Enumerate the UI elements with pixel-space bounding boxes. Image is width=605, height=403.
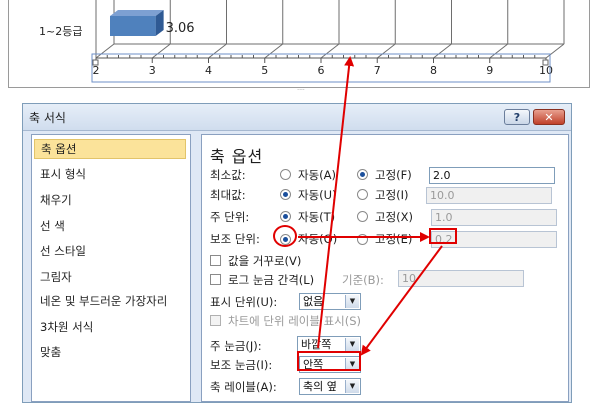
x-tick-label: 2 — [93, 64, 100, 77]
axis-selection-handle — [92, 59, 99, 66]
maximum-fixed-label: 고정(I) — [375, 188, 409, 202]
category-label: 1~2등급 — [39, 25, 82, 38]
gridline-diagonal — [376, 43, 396, 59]
minimum-fixed-radio[interactable] — [357, 169, 368, 180]
show-units-label: 차트에 단위 레이블 표시(S) — [228, 314, 362, 328]
x-tick-label: 7 — [374, 64, 381, 77]
axis-labels-value: 축의 옆 — [303, 380, 337, 393]
gridline-diagonal — [95, 43, 115, 59]
x-tick-label: 5 — [261, 64, 268, 77]
maximum-auto-radio[interactable] — [280, 189, 291, 200]
minor-tick-value: 안쪽 — [303, 358, 324, 371]
major-tick-label: 주 눈금(J): — [210, 339, 262, 353]
log-scale-checkbox[interactable] — [210, 274, 221, 285]
minimum-fixed-label: 고정(F) — [375, 168, 412, 182]
resize-handle[interactable]: ···· — [294, 88, 308, 94]
minor-unit-fixed-radio[interactable] — [357, 234, 368, 245]
x-tick-label: 4 — [205, 64, 212, 77]
reverse-order-label: 값을 거꾸로(V) — [228, 254, 302, 268]
log-base-input[interactable]: 10 — [398, 270, 524, 287]
sidebar-item-3d-format[interactable]: 3차원 서식 — [40, 319, 180, 335]
format-axis-dialog: 축 서식 ? ✕ 축 옵션 표시 형식 채우기 선 색 선 스타일 그림자 네온… — [22, 103, 572, 403]
minimum-value-input[interactable]: 2.0 — [429, 167, 555, 184]
minor-unit-auto-radio[interactable] — [280, 234, 291, 245]
bar-top-face — [110, 10, 164, 16]
minor-tick-label: 보조 눈금(I): — [210, 358, 273, 372]
chevron-down-icon: ▼ — [345, 358, 359, 371]
bar-data-label: 3.06 — [166, 21, 195, 36]
gridline-diagonal — [489, 43, 509, 59]
dialog-title: 축 서식 — [29, 111, 66, 125]
display-units-value: 없음 — [303, 295, 324, 308]
x-tick-label: 9 — [486, 64, 493, 77]
maximum-fixed-radio[interactable] — [357, 189, 368, 200]
minor-unit-value-input[interactable]: 0.2 — [431, 231, 557, 248]
chart-bars — [110, 10, 164, 36]
maximum-auto-label: 자동(U) — [298, 188, 337, 202]
display-units-dropdown[interactable]: 없음 ▼ — [299, 293, 361, 310]
minimum-auto-label: 자동(A) — [298, 168, 336, 182]
sidebar-item-fill[interactable]: 채우기 — [40, 192, 180, 208]
major-tick-dropdown[interactable]: 바깥쪽 ▼ — [297, 336, 361, 353]
show-units-checkbox[interactable] — [210, 315, 221, 326]
gridline-diagonal — [208, 43, 227, 59]
sidebar-item-shadow[interactable]: 그림자 — [40, 269, 180, 285]
log-scale-label: 로그 눈금 간격(L) — [228, 273, 315, 287]
maximum-value-input[interactable]: 10.0 — [426, 187, 552, 204]
help-button[interactable]: ? — [504, 109, 530, 125]
sidebar-item-glow-soft-edges[interactable]: 네온 및 부드러운 가장자리 — [40, 293, 180, 309]
chevron-down-icon: ▼ — [345, 380, 359, 393]
display-units-label: 표시 단위(U): — [210, 295, 278, 309]
x-tick-label: 8 — [430, 64, 437, 77]
major-unit-fixed-radio[interactable] — [357, 211, 368, 222]
x-tick-label: 10 — [539, 64, 553, 77]
major-unit-fixed-label: 고정(X) — [375, 210, 414, 224]
sidebar-item-number[interactable]: 표시 형식 — [40, 166, 180, 182]
gridline-diagonal — [433, 43, 452, 59]
options-sidebar: 축 옵션 표시 형식 채우기 선 색 선 스타일 그림자 네온 및 부드러운 가… — [31, 134, 191, 402]
chevron-down-icon: ▼ — [345, 295, 359, 308]
gridline-diagonal — [151, 43, 171, 59]
panel-title: 축 옵션 — [210, 147, 264, 166]
sidebar-item-axis-options[interactable]: 축 옵션 — [34, 139, 186, 159]
sidebar-item-line-style[interactable]: 선 스타일 — [40, 243, 180, 259]
dialog-titlebar[interactable]: 축 서식 ? ✕ — [23, 104, 571, 131]
major-tick-value: 바깥쪽 — [301, 338, 332, 351]
log-base-label: 기준(B): — [342, 273, 384, 287]
gridline-diagonal — [545, 43, 565, 59]
x-tick-label: 3 — [149, 64, 156, 77]
minor-tick-dropdown[interactable]: 안쪽 ▼ — [299, 356, 361, 373]
close-button[interactable]: ✕ — [533, 109, 565, 125]
chart-canvas: 2 3 4 5 6 7 8 9 10 1~2등급 3.06 — [39, 0, 565, 83]
major-unit-auto-radio[interactable] — [280, 211, 291, 222]
chevron-down-icon: ▼ — [345, 338, 359, 351]
gridline-diagonal — [264, 43, 284, 59]
sidebar-item-alignment[interactable]: 맞춤 — [40, 344, 180, 360]
minimum-auto-radio[interactable] — [280, 169, 291, 180]
major-unit-value-input[interactable]: 1.0 — [431, 209, 557, 226]
minor-unit-auto-label: 자동(O) — [298, 232, 338, 246]
sidebar-item-line-color[interactable]: 선 색 — [40, 218, 180, 234]
chart-x-axis: 2 3 4 5 6 7 8 9 10 — [91, 53, 553, 83]
minor-unit-label: 보조 단위: — [210, 232, 260, 246]
chart-area[interactable]: 2 3 4 5 6 7 8 9 10 1~2등급 3.06 — [8, 0, 590, 88]
minimum-label: 최소값: — [210, 168, 246, 182]
maximum-label: 최대값: — [210, 188, 246, 202]
bar-front-face — [110, 16, 156, 36]
major-unit-auto-label: 자동(T) — [298, 210, 336, 224]
x-tick-label: 6 — [318, 64, 325, 77]
minor-unit-fixed-label: 고정(E) — [375, 232, 413, 246]
gridline-diagonal — [320, 43, 340, 59]
axis-labels-label: 축 레이블(A): — [210, 380, 277, 394]
reverse-order-checkbox[interactable] — [210, 255, 221, 266]
major-unit-label: 주 단위: — [210, 210, 250, 224]
axis-options-panel: 축 옵션 최소값: 자동(A) 고정(F) 2.0 최대값: 자동(U) 고정(… — [201, 134, 569, 402]
axis-selection-handle — [542, 59, 549, 66]
axis-labels-dropdown[interactable]: 축의 옆 ▼ — [299, 378, 361, 395]
